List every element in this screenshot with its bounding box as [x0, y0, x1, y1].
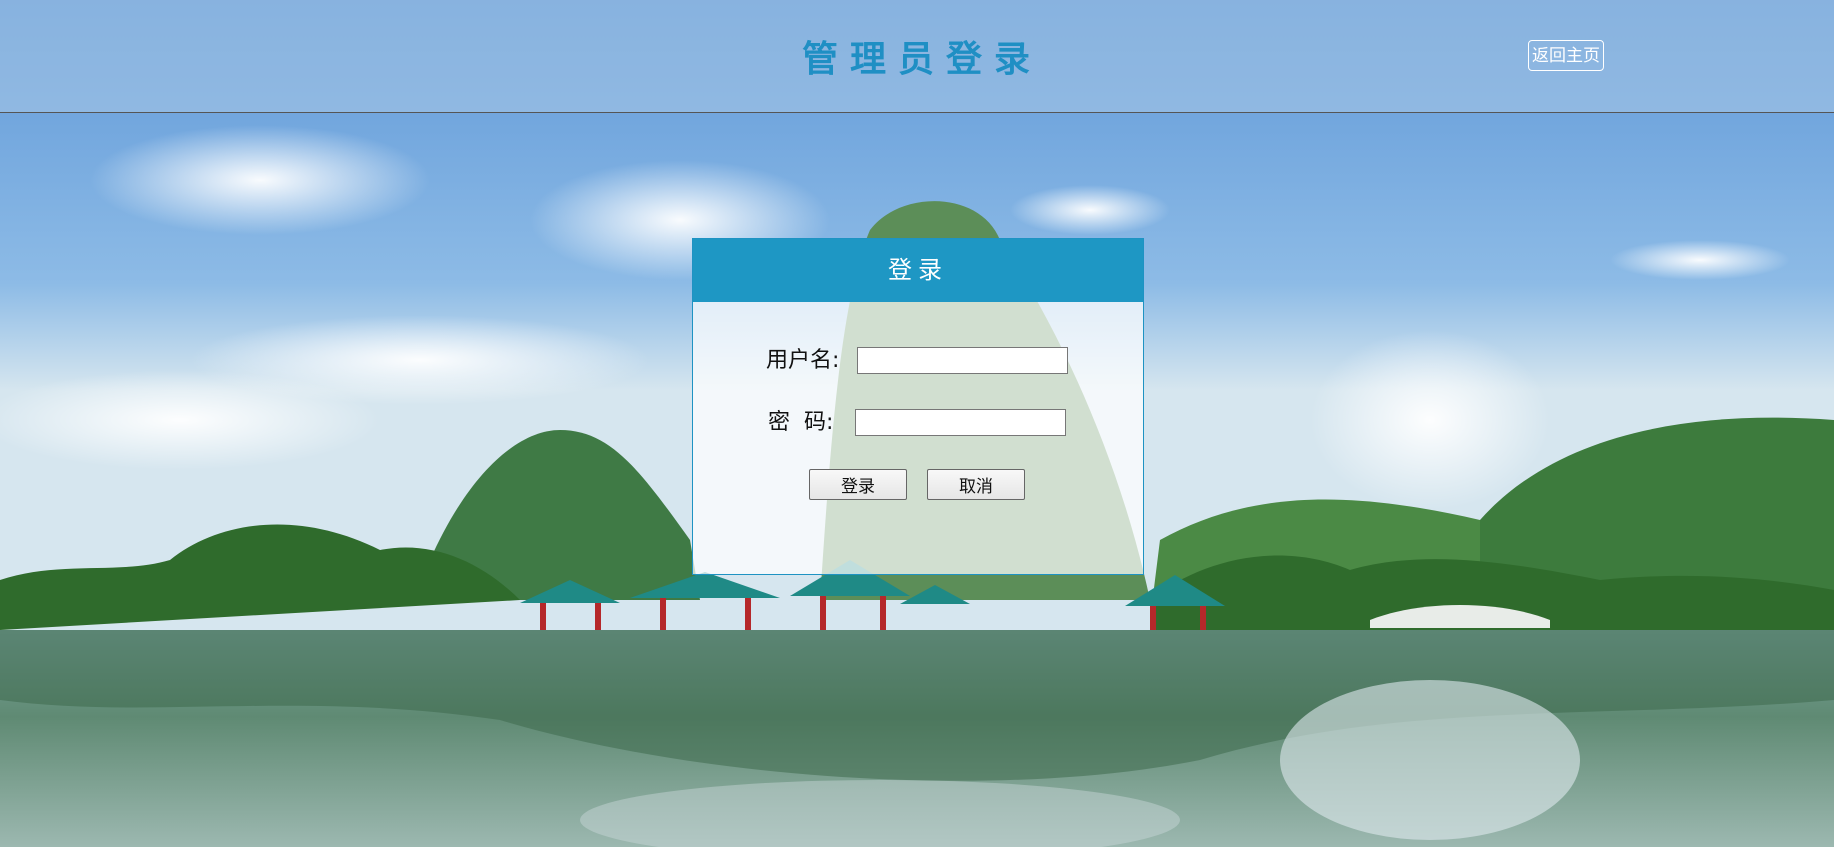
cancel-button[interactable]: 取消	[927, 469, 1025, 500]
login-panel: 登录 用户名: 密 码: 登录 取消	[692, 238, 1144, 575]
login-panel-heading: 登录	[693, 239, 1143, 302]
username-input[interactable]	[857, 347, 1068, 374]
password-label: 密 码:	[768, 410, 834, 435]
login-button[interactable]: 登录	[809, 469, 907, 500]
password-input[interactable]	[855, 409, 1066, 436]
username-label: 用户名:	[766, 348, 840, 373]
header-bar: 管理员登录 返回主页	[0, 0, 1834, 113]
back-home-button[interactable]: 返回主页	[1528, 40, 1604, 71]
